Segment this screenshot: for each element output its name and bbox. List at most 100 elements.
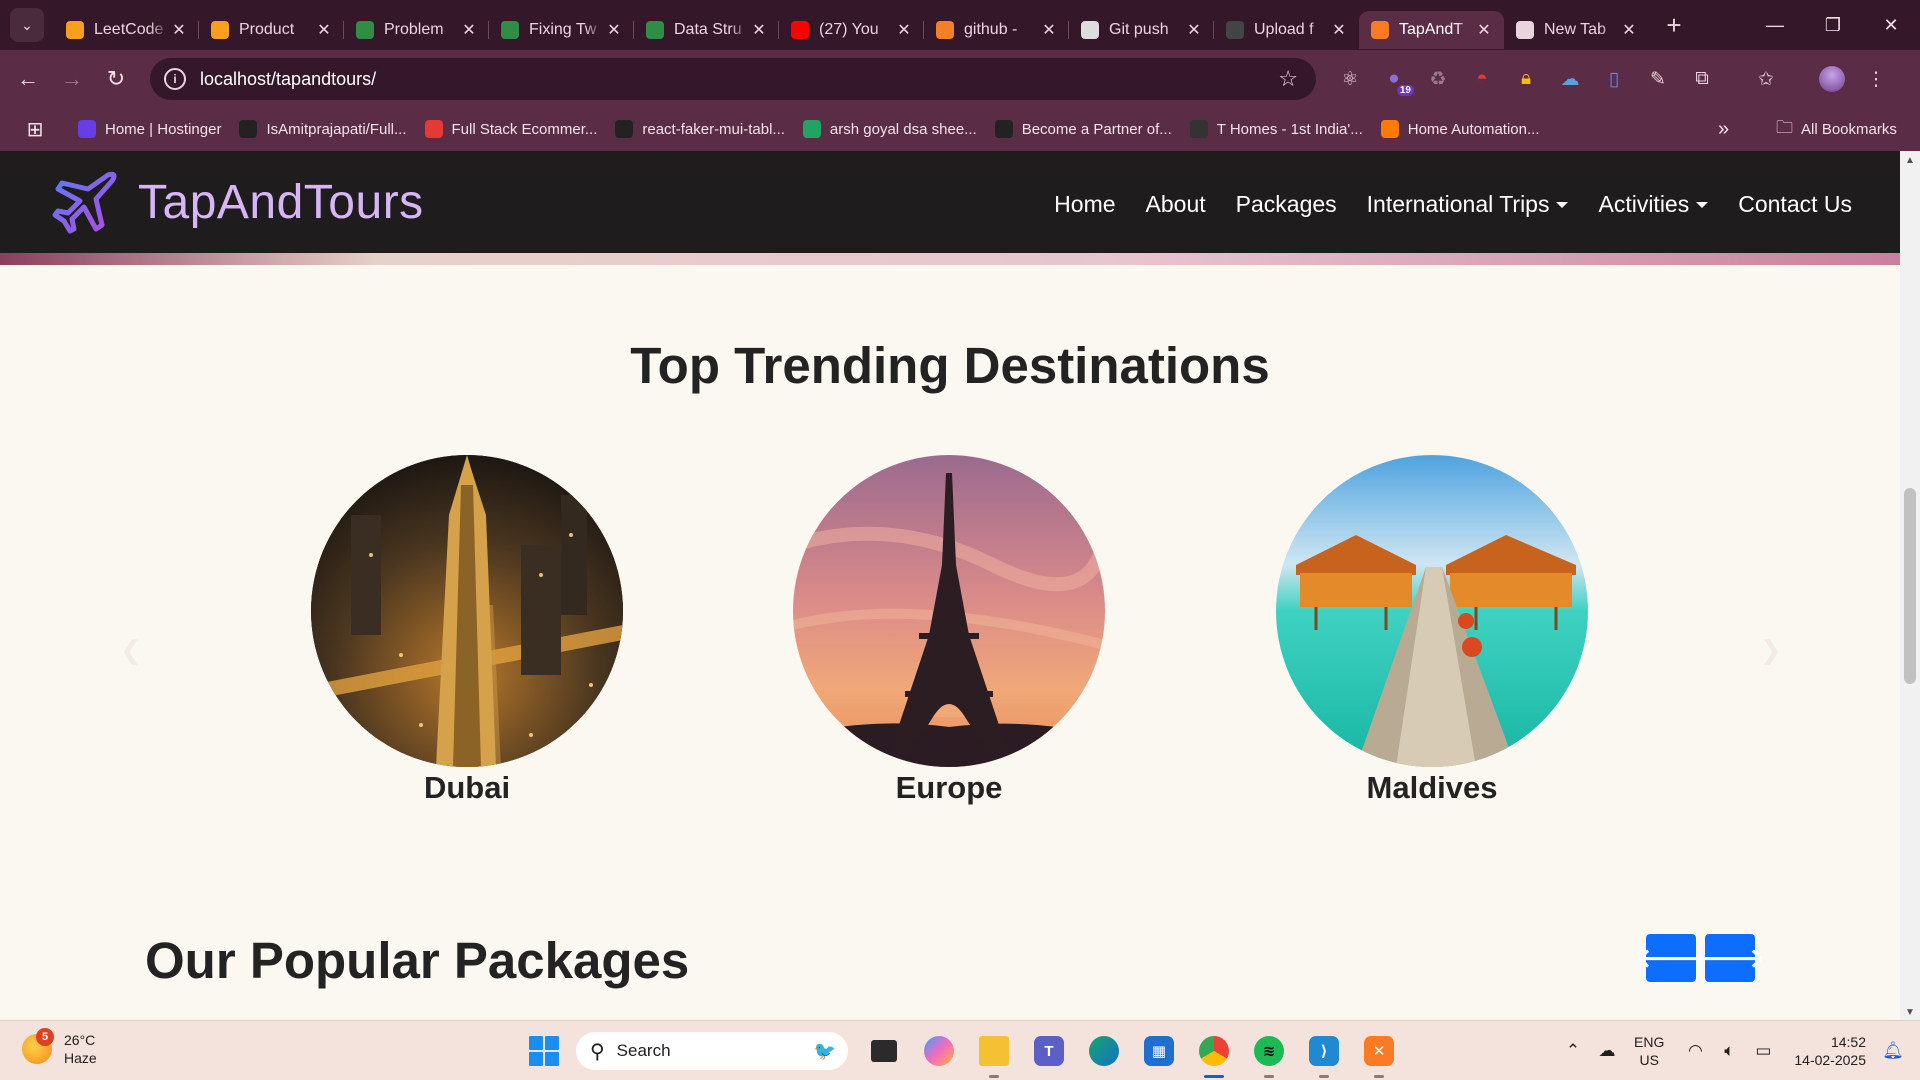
nav-about[interactable]: About	[1146, 191, 1206, 218]
close-tab-icon[interactable]: ✕	[1474, 20, 1494, 40]
tab-6[interactable]: github - ✕	[923, 11, 1069, 49]
close-window-button[interactable]: ✕	[1862, 0, 1920, 50]
tab-1[interactable]: Product ✕	[198, 11, 344, 49]
tab-0[interactable]: LeetCode ✕	[54, 11, 199, 49]
scrollbar-thumb[interactable]	[1904, 488, 1916, 684]
react-devtools-icon[interactable]: ⚛	[1328, 58, 1372, 100]
bookmark-star-icon[interactable]: ☆	[1278, 66, 1298, 92]
tab-9[interactable]: TapAndT ✕	[1359, 11, 1504, 49]
carousel-prev-icon[interactable]: ❮	[120, 635, 142, 666]
site-brand[interactable]: TapAndTours	[52, 169, 424, 235]
extension-icon[interactable]: ● 19	[1372, 58, 1416, 100]
reading-list-icon[interactable]: ✩	[1744, 58, 1788, 100]
more-bookmarks-icon[interactable]: »	[1718, 118, 1729, 141]
weather-widget[interactable]: 5 26°C Haze	[22, 1028, 97, 1067]
tab-4[interactable]: Data Stru ✕	[633, 11, 779, 49]
document-icon[interactable]: ▯	[1592, 58, 1636, 100]
tab-search-button[interactable]: ⌄	[10, 8, 44, 42]
nav-contact-us[interactable]: Contact Us	[1738, 191, 1852, 218]
bookmark-item[interactable]: T Homes - 1st India'...	[1189, 120, 1363, 138]
address-bar[interactable]: i localhost/tapandtours/ ☆	[150, 58, 1316, 100]
tab-5[interactable]: (27) You ✕	[778, 11, 924, 49]
battery-icon[interactable]: ▭	[1746, 1041, 1780, 1061]
tab-7[interactable]: Git push ✕	[1068, 11, 1214, 49]
minimize-button[interactable]: —	[1746, 0, 1804, 50]
reload-button[interactable]: ↻	[94, 57, 138, 101]
bookmark-item[interactable]: arsh goyal dsa shee...	[802, 120, 977, 138]
close-tab-icon[interactable]: ✕	[459, 20, 479, 40]
copilot-button[interactable]	[917, 1030, 961, 1072]
nav-home[interactable]: Home	[1054, 191, 1115, 218]
onedrive-icon[interactable]: ☁	[1590, 1041, 1624, 1061]
close-tab-icon[interactable]: ✕	[749, 20, 769, 40]
close-tab-icon[interactable]: ✕	[1184, 20, 1204, 40]
lock-icon[interactable]: 🔒︎	[1504, 58, 1548, 100]
packages-prev-button[interactable]: 🡐	[1636, 934, 1706, 982]
close-tab-icon[interactable]: ✕	[894, 20, 914, 40]
packages-next-button[interactable]: 🡒	[1695, 934, 1765, 982]
menu-kebab-icon[interactable]: ⋮	[1854, 58, 1898, 100]
page-scrollbar[interactable]: ▲ ▼	[1900, 151, 1920, 1020]
tab-title: Fixing Tw	[529, 21, 597, 38]
new-tab-button[interactable]: +	[1657, 8, 1691, 42]
bookmark-item[interactable]: react-faker-mui-tabl...	[615, 120, 785, 138]
nav-activities[interactable]: Activities	[1598, 191, 1709, 218]
bookmark-item[interactable]: IsAmitprajapati/Full...	[239, 120, 407, 138]
spotify-button[interactable]: ≋	[1247, 1030, 1291, 1078]
chrome-button[interactable]	[1192, 1030, 1236, 1078]
destination-card-maldives[interactable]: Maldives	[1276, 455, 1588, 806]
tab-2[interactable]: Problem ✕	[343, 11, 489, 49]
close-tab-icon[interactable]: ✕	[604, 20, 624, 40]
wifi-icon[interactable]: ◠	[1678, 1041, 1712, 1061]
all-bookmarks-folder[interactable]: 🗀 All Bookmarks	[1776, 115, 1897, 144]
bookmark-item[interactable]: Home Automation...	[1380, 120, 1539, 138]
tab-10[interactable]: New Tab ✕	[1504, 11, 1649, 49]
back-button[interactable]: ←	[6, 57, 50, 101]
bookmark-item[interactable]: Home | Hostinger	[78, 120, 221, 138]
close-tab-icon[interactable]: ✕	[314, 20, 334, 40]
task-view-button[interactable]	[862, 1030, 906, 1072]
tab-8[interactable]: Upload f ✕	[1213, 11, 1359, 49]
clock[interactable]: 14:52 14-02-2025	[1794, 1033, 1866, 1069]
apps-grid-icon[interactable]: ⊞	[20, 117, 50, 142]
scroll-up-icon[interactable]: ▲	[1900, 155, 1920, 166]
notifications-bell-icon[interactable]: 🔔︎	[1876, 1041, 1910, 1061]
close-tab-icon[interactable]: ✕	[1329, 20, 1349, 40]
nav-packages[interactable]: Packages	[1236, 191, 1337, 218]
scroll-down-icon[interactable]: ▼	[1900, 1007, 1920, 1018]
destination-card-europe[interactable]: Europe	[793, 455, 1105, 806]
show-hidden-icons-icon[interactable]: ⌃	[1556, 1041, 1590, 1061]
start-button[interactable]	[529, 1036, 559, 1066]
extensions-puzzle-icon[interactable]: ⧉	[1680, 58, 1724, 100]
store-button[interactable]: ▦	[1137, 1030, 1181, 1072]
restore-button[interactable]: ❐	[1804, 0, 1862, 50]
close-tab-icon[interactable]: ✕	[1039, 20, 1059, 40]
close-tab-icon[interactable]: ✕	[169, 20, 189, 40]
pokeball-icon[interactable]: ◓	[1460, 58, 1504, 100]
edge-button[interactable]	[1082, 1030, 1126, 1072]
volume-icon[interactable]: 🔈︎	[1712, 1041, 1746, 1061]
forward-button[interactable]: →	[50, 57, 94, 101]
xampp-button[interactable]: ✕	[1357, 1030, 1401, 1078]
destination-card-dubai[interactable]: Dubai	[311, 455, 623, 806]
bookmark-item[interactable]: Become a Partner of...	[994, 120, 1172, 138]
file-explorer-button[interactable]	[972, 1030, 1016, 1078]
eyedropper-icon[interactable]: ✎	[1636, 58, 1680, 100]
gfg-icon	[501, 21, 519, 39]
bookmark-label: Home | Hostinger	[105, 120, 222, 138]
recycle-icon[interactable]: ♻	[1416, 58, 1460, 100]
cloud-icon[interactable]: ☁	[1548, 58, 1592, 100]
url-text[interactable]: localhost/tapandtours/	[200, 69, 1278, 90]
close-tab-icon[interactable]: ✕	[1619, 20, 1639, 40]
carousel-next-icon[interactable]: ❯	[1760, 635, 1782, 666]
taskbar-search[interactable]: ⚲ Search 🐦	[576, 1032, 848, 1070]
bookmark-item[interactable]: Full Stack Ecommer...	[424, 120, 597, 138]
xampp-icon	[1371, 21, 1389, 39]
teams-button[interactable]: T	[1027, 1030, 1071, 1072]
tab-3[interactable]: Fixing Tw ✕	[488, 11, 634, 49]
language-indicator[interactable]: ENG US	[1634, 1033, 1664, 1069]
nav-international-trips[interactable]: International Trips	[1367, 191, 1569, 218]
vscode-button[interactable]: ⟩	[1302, 1030, 1346, 1078]
site-info-icon[interactable]: i	[164, 68, 186, 90]
profile-avatar[interactable]	[1810, 58, 1854, 100]
